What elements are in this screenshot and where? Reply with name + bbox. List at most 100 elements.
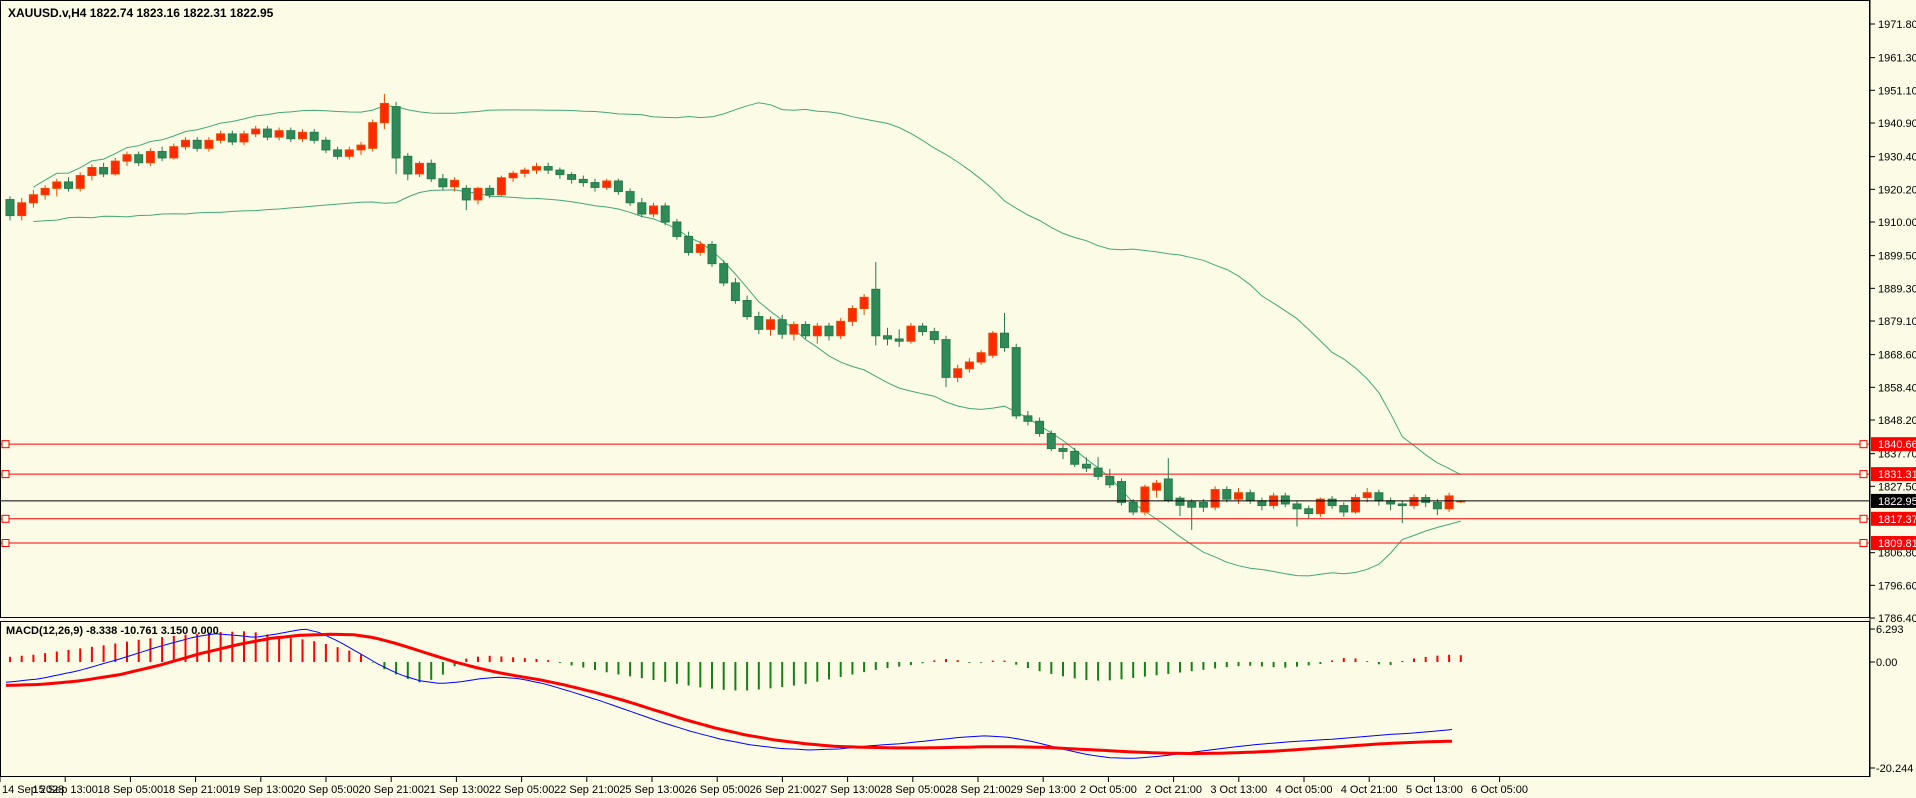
candle <box>75 175 85 189</box>
candle <box>730 282 740 302</box>
candle <box>473 187 483 201</box>
candle <box>368 122 378 149</box>
candle <box>169 146 179 159</box>
candle <box>1081 463 1091 469</box>
candle <box>695 243 705 253</box>
price-axis-label: 1868.60 <box>1878 350 1916 362</box>
time-axis-label: 20 Sep 05:00 <box>293 784 358 796</box>
candle <box>672 221 682 237</box>
candle <box>988 332 998 356</box>
candle <box>286 130 296 140</box>
price-axis-label: 1827.50 <box>1878 481 1916 493</box>
candle <box>157 151 167 159</box>
candle <box>719 263 729 284</box>
candle <box>333 149 343 157</box>
time-axis-label: 22 Sep 21:00 <box>554 784 619 796</box>
line-anchor-marker[interactable] <box>1 440 10 449</box>
price-axis-label: 1940.90 <box>1878 118 1916 130</box>
bid-price-badge-text: 1822.95 <box>1878 496 1916 508</box>
candle <box>1234 492 1243 500</box>
chart-canvas[interactable]: 1971.80 1961.30 1951.10 1940.90 1930.40 1920.… <box>0 0 1916 798</box>
candle <box>1327 498 1337 507</box>
candle <box>1432 501 1442 510</box>
line-anchor-marker[interactable] <box>1859 440 1868 449</box>
candle <box>906 325 916 342</box>
price-level-badge-text: 1840.66 <box>1878 439 1916 451</box>
candle <box>344 149 354 157</box>
line-anchor-marker[interactable] <box>1859 539 1868 548</box>
candle <box>181 139 190 148</box>
candle <box>777 319 787 335</box>
candle <box>40 187 50 196</box>
candle <box>1058 448 1068 452</box>
candle <box>1245 492 1255 502</box>
candle <box>847 308 857 322</box>
candle <box>976 352 986 363</box>
price-axis-label: 1889.30 <box>1878 283 1916 295</box>
candle <box>438 178 448 188</box>
price-axis-label: 1951.10 <box>1878 85 1916 97</box>
candle <box>1070 450 1080 465</box>
candle <box>1198 501 1208 508</box>
candle <box>555 169 565 176</box>
candle <box>262 128 272 138</box>
line-anchor-marker[interactable] <box>1 470 10 479</box>
candle <box>1046 432 1056 450</box>
candle <box>649 205 658 215</box>
time-axis-label: 21 Sep 13:00 <box>424 784 489 796</box>
time-axis-label: 15 Sep 13:00 <box>32 784 97 796</box>
candle <box>52 181 62 189</box>
candle <box>883 335 892 340</box>
time-axis-label: 6 Oct 05:00 <box>1471 784 1528 796</box>
line-anchor-marker[interactable] <box>1859 514 1868 523</box>
candle <box>391 106 401 159</box>
candle <box>1280 495 1290 505</box>
candle <box>836 320 846 337</box>
candle <box>1421 497 1431 503</box>
candle <box>1409 497 1419 507</box>
candle <box>1163 478 1173 501</box>
candle <box>1339 505 1349 513</box>
candle <box>227 133 237 143</box>
candle <box>929 331 939 341</box>
candle <box>766 319 775 330</box>
candle <box>1023 415 1033 422</box>
candle <box>64 181 73 189</box>
line-anchor-marker[interactable] <box>1859 470 1868 479</box>
candle <box>953 368 963 378</box>
window-background <box>0 0 1916 798</box>
candle <box>1175 497 1185 506</box>
macd-axis-label: 0.00 <box>1876 657 1897 669</box>
candle <box>1444 495 1454 510</box>
candle <box>567 174 577 180</box>
candle <box>1011 347 1021 417</box>
price-axis-label: 1879.10 <box>1878 316 1916 328</box>
candle <box>1374 492 1384 502</box>
candle <box>1000 332 1009 349</box>
candle <box>894 338 904 342</box>
candle <box>1128 501 1138 513</box>
candle <box>17 202 27 217</box>
candle <box>508 172 518 179</box>
symbol-title: XAUUSD.v,H4 1822.74 1823.16 1822.31 1822… <box>8 6 274 20</box>
time-axis-label: 4 Oct 21:00 <box>1341 784 1398 796</box>
candle <box>1152 482 1162 491</box>
time-axis-label: 29 Sep 13:00 <box>1010 784 1075 796</box>
time-axis-label: 4 Oct 05:00 <box>1276 784 1333 796</box>
candle <box>707 243 717 265</box>
time-axis-label: 19 Sep 13:00 <box>228 784 293 796</box>
line-anchor-marker[interactable] <box>1 539 10 548</box>
line-anchor-marker[interactable] <box>1 514 10 523</box>
candle <box>532 166 541 171</box>
candle <box>1304 508 1314 515</box>
candle <box>192 139 202 149</box>
price-axis-label: 1899.50 <box>1878 251 1916 263</box>
candle <box>625 191 635 204</box>
candle <box>1222 489 1232 500</box>
candle <box>5 199 15 217</box>
candle <box>1035 420 1045 434</box>
candle <box>145 151 155 164</box>
candle <box>450 179 460 188</box>
candle <box>1257 500 1267 507</box>
candle <box>87 167 97 177</box>
